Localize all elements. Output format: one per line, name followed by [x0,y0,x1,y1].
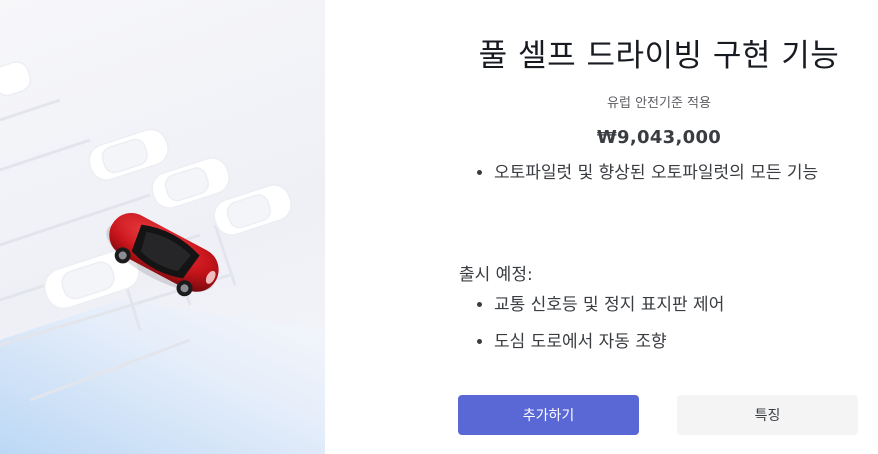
feature-list: 오토파일럿 및 향상된 오토파일럿의 모든 기능 [468,160,874,186]
road-surface [0,300,325,454]
parking-lot-illustration [0,61,325,454]
hero-illustration [0,0,325,454]
upcoming-feature-list: 교통 신호등 및 정지 표지판 제어 도심 도로에서 자동 조향 [468,292,874,366]
upcoming-label: 출시 예정: [459,265,533,285]
upcoming-feature-item: 도심 도로에서 자동 조향 [494,329,874,355]
feature-item: 오토파일럿 및 향상된 오토파일럿의 모든 기능 [494,160,874,186]
features-button[interactable]: 특징 [677,395,858,435]
upcoming-feature-item: 교통 신호등 및 정지 표지판 제어 [494,292,874,318]
parked-car [0,61,32,97]
option-subtitle: 유럽 안전기준 적용 [607,96,711,111]
option-title: 풀 셀프 드라이빙 구현 기능 [478,38,840,74]
option-price: ₩9,043,000 [596,127,722,148]
add-button[interactable]: 추가하기 [458,395,639,435]
fsd-option-page: 풀 셀프 드라이빙 구현 기능 유럽 안전기준 적용 ₩9,043,000 오토… [0,0,878,454]
option-details-panel: 풀 셀프 드라이빙 구현 기능 유럽 안전기준 적용 ₩9,043,000 오토… [440,0,878,454]
